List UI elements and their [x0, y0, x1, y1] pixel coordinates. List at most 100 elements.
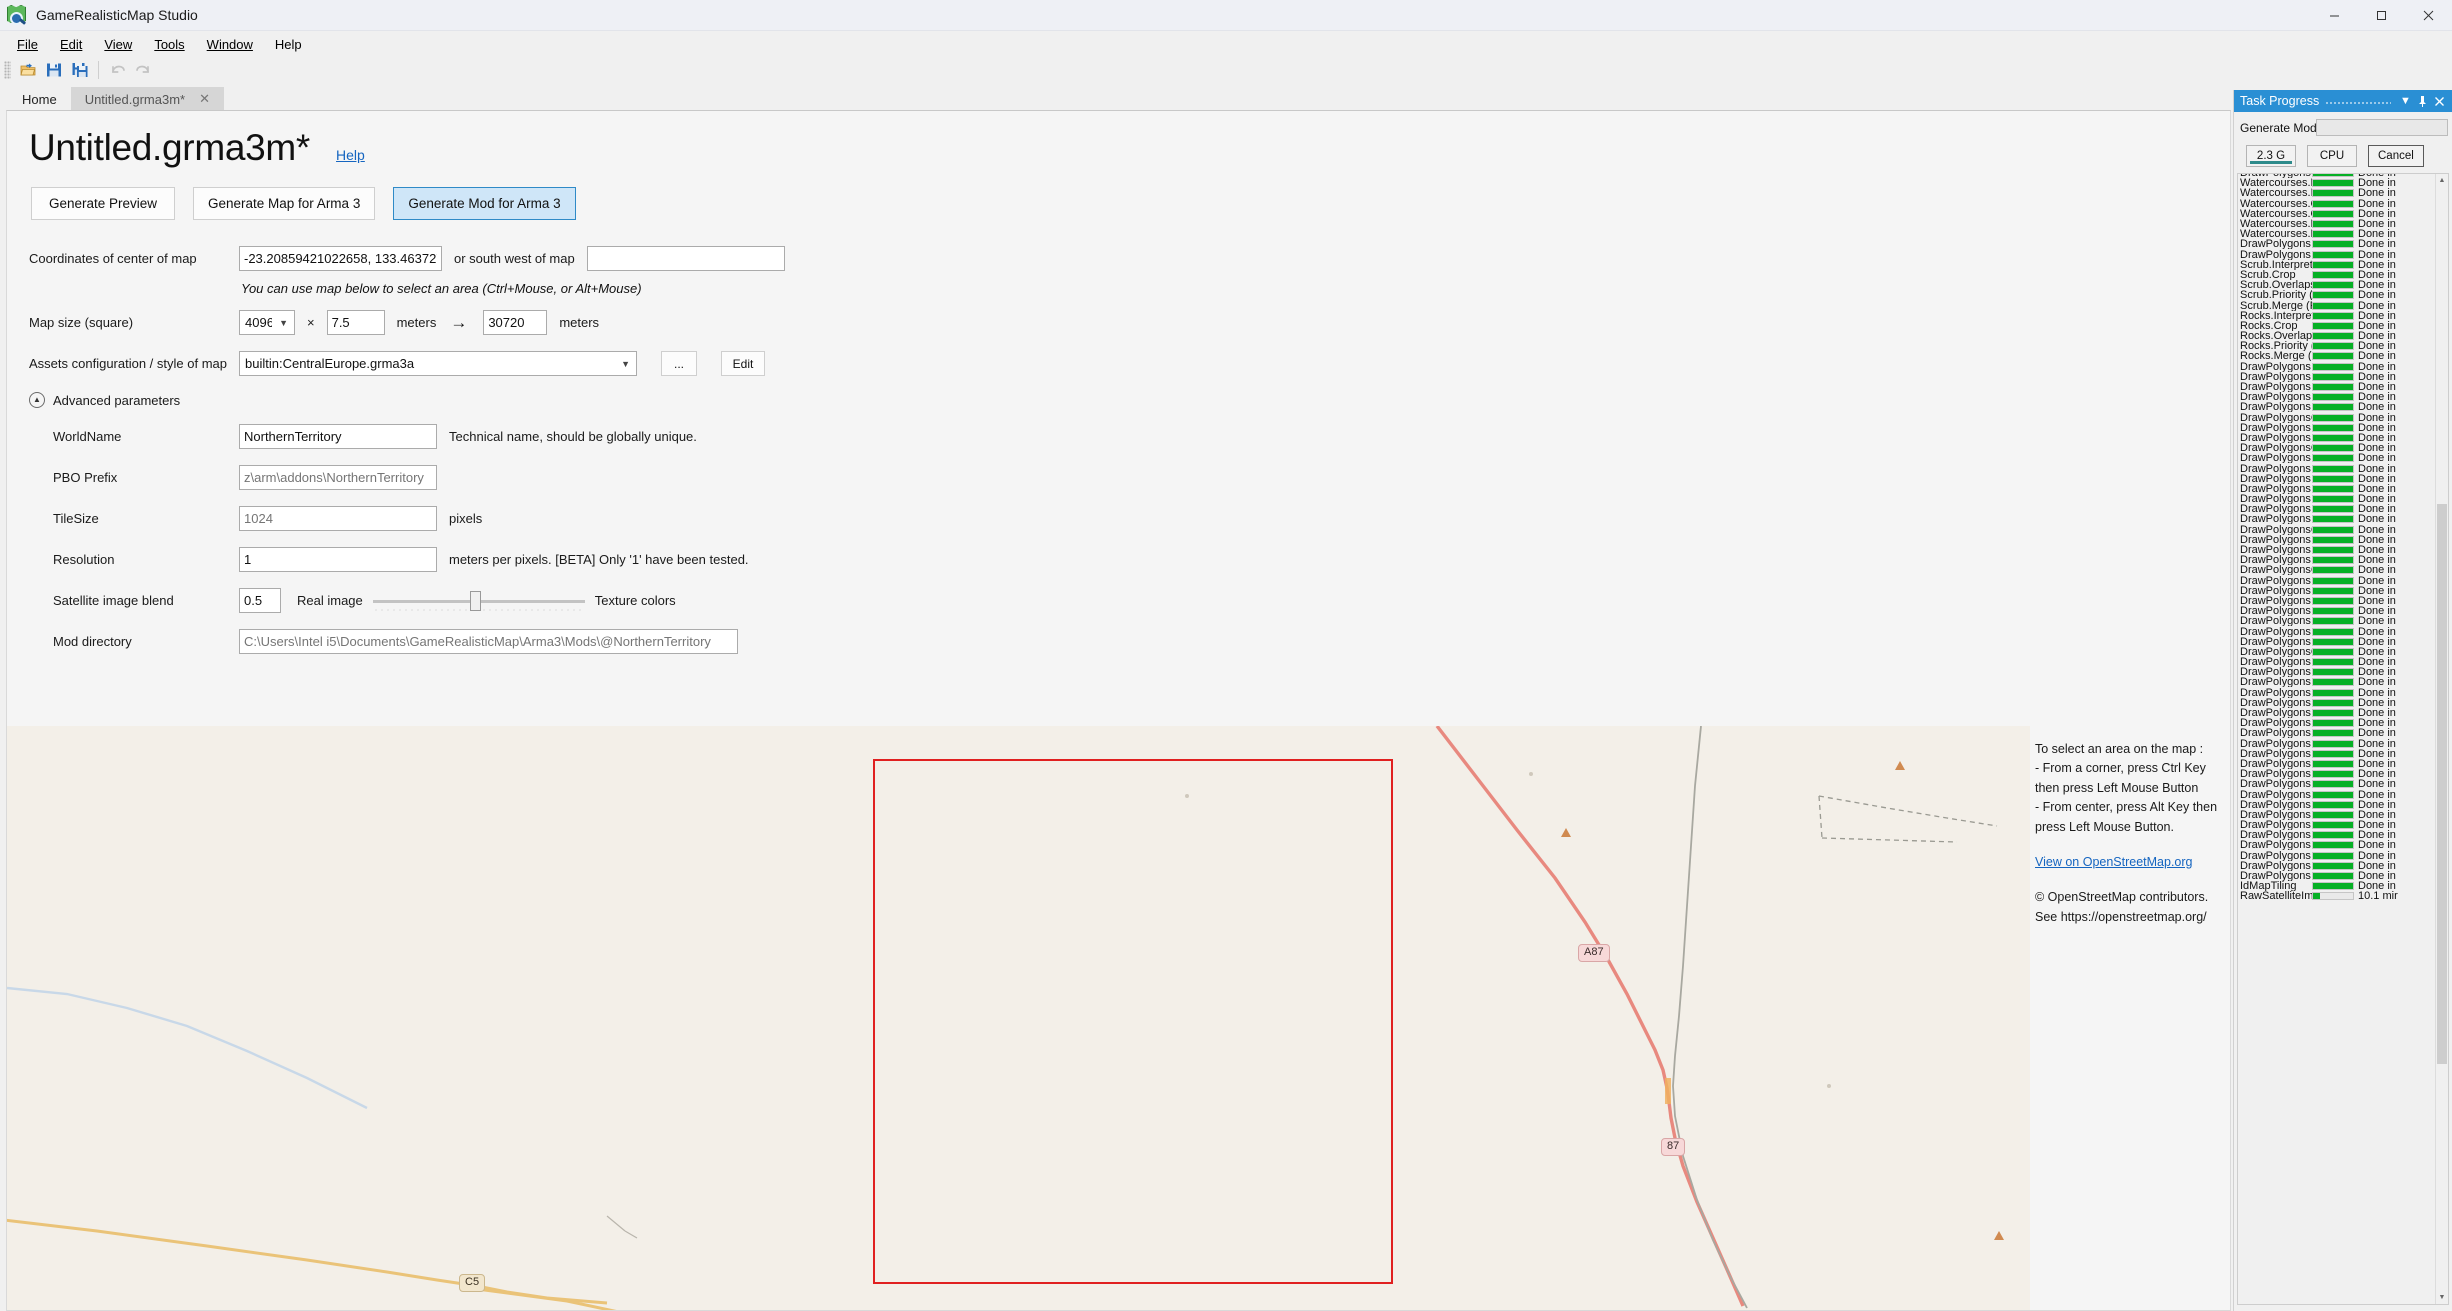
task-list-rows: DrawPolygonsDone in Watercourses.Pa Done i… [2238, 174, 2435, 902]
generate-mod-button[interactable]: Generate Mod for Arma 3 [393, 187, 576, 220]
tab-home[interactable]: Home [8, 87, 71, 111]
map-size-tiles-select[interactable]: 4096 [239, 310, 295, 335]
current-task-row: Generate Mod fo [2240, 119, 2448, 136]
mod-directory-input[interactable] [239, 629, 738, 654]
cancel-button[interactable]: Cancel [2368, 145, 2424, 167]
resolution-label: Resolution [53, 552, 115, 567]
memory-usage-button[interactable]: 2.3 G [2246, 145, 2296, 167]
help-link[interactable]: Help [336, 147, 365, 163]
task-progressbar [2312, 332, 2354, 341]
task-row: DrawPolygonsDone in [2238, 432, 2435, 443]
task-progressbar [2312, 749, 2354, 758]
menu-help[interactable]: Help [264, 33, 313, 56]
task-status: Done in [2358, 778, 2396, 791]
minimize-icon[interactable] [2311, 0, 2358, 31]
osm-map-canvas[interactable]: A87 87 C5 [7, 726, 2030, 1310]
task-progressbar [2312, 311, 2354, 320]
worldname-input[interactable] [239, 424, 437, 449]
menu-view[interactable]: View [93, 33, 143, 56]
task-name: IdMapTiling [2240, 881, 2297, 892]
task-progressbar [2312, 444, 2354, 453]
generate-map-button[interactable]: Generate Map for Arma 3 [193, 187, 376, 220]
task-progressbar [2312, 851, 2354, 860]
assets-config-select[interactable]: builtin:CentralEurope.grma3a [239, 351, 637, 376]
tab-close-icon[interactable]: ✕ [199, 91, 210, 107]
task-name: DrawPolygonsCr [2240, 412, 2312, 423]
save-all-icon[interactable] [67, 58, 93, 82]
menu-tools[interactable]: Tools [143, 33, 195, 56]
task-progressbar [2312, 403, 2354, 412]
map-selection-rectangle[interactable] [873, 759, 1393, 1284]
undo-icon[interactable] [104, 58, 130, 82]
task-name: DrawPolygons [2240, 657, 2311, 668]
task-name: DrawPolygons [2240, 494, 2311, 505]
task-progressbar [2312, 678, 2354, 687]
task-name: DrawPolygons [2240, 249, 2311, 260]
task-name: DrawPolygons [2240, 361, 2311, 372]
task-progressbar [2312, 882, 2354, 891]
satellite-blend-value-input[interactable] [239, 588, 281, 613]
satellite-blend-slider[interactable] [372, 590, 585, 612]
assets-edit-button[interactable]: Edit [721, 351, 765, 376]
satellite-blend-left-label: Real image [297, 593, 363, 608]
redo-icon[interactable] [130, 58, 156, 82]
road-label-badge: A87 [1578, 944, 1610, 962]
tilesize-input[interactable] [239, 506, 437, 531]
pbo-prefix-input[interactable] [239, 465, 437, 490]
map-selection-hint: You can use map below to select an area … [241, 281, 642, 296]
close-icon[interactable] [2431, 92, 2448, 110]
close-icon[interactable] [2405, 0, 2452, 31]
task-list-scrollbar[interactable]: ▲ ▼ [2435, 174, 2448, 1304]
menu-window[interactable]: Window [196, 33, 264, 56]
view-on-openstreetmap-link[interactable]: View on OpenStreetMap.org [2035, 855, 2193, 869]
scroll-down-chevron-down-icon[interactable]: ▼ [2436, 1291, 2448, 1304]
advanced-parameters-toggle[interactable]: ▲ Advanced parameters [29, 392, 2230, 408]
chevron-down-icon[interactable]: ▼ [2397, 92, 2414, 110]
map-size-total-input[interactable] [483, 310, 548, 335]
task-progressbar [2312, 454, 2354, 463]
task-progressbar [2312, 841, 2354, 850]
generate-preview-button[interactable]: Generate Preview [31, 187, 175, 220]
toolbar-grip[interactable] [4, 61, 11, 79]
panel-drag-handle[interactable] [2325, 90, 2391, 112]
task-row: DrawPolygonsDone in [2238, 382, 2435, 393]
menu-edit[interactable]: Edit [49, 33, 93, 56]
task-progressbar [2312, 709, 2354, 718]
menu-file[interactable]: File [6, 33, 49, 56]
resolution-input[interactable] [239, 547, 437, 572]
tab-untitled-document[interactable]: Untitled.grma3m* ✕ [70, 87, 225, 111]
scroll-up-chevron-up-icon[interactable]: ▲ [2436, 174, 2448, 187]
task-progressbar [2312, 688, 2354, 697]
task-name: DrawPolygons [2240, 534, 2311, 545]
task-name: DrawPolygons [2240, 708, 2311, 719]
save-icon[interactable] [41, 58, 67, 82]
task-progressbar [2312, 383, 2354, 392]
coordinates-southwest-input[interactable] [586, 246, 785, 271]
cpu-usage-button[interactable]: CPU [2307, 145, 2357, 167]
pin-icon[interactable] [2414, 92, 2431, 110]
resolution-hint: meters per pixels. [BETA] Only '1' have … [449, 552, 749, 567]
coordinates-center-input[interactable] [239, 246, 442, 271]
task-row: Rocks.Crop Done in [2238, 320, 2435, 331]
assets-browse-button[interactable]: ... [661, 351, 697, 376]
task-progressbar [2312, 790, 2354, 799]
task-name: Watercourses.Pa [2240, 178, 2312, 189]
task-progressbar [2312, 556, 2354, 565]
task-row: Scrub.Overlaps Done in [2238, 280, 2435, 291]
slider-thumb[interactable] [469, 590, 481, 611]
task-progressbar [2312, 464, 2354, 473]
task-name: DrawPolygons [2240, 830, 2311, 841]
task-progressbar [2312, 637, 2354, 646]
open-folder-icon[interactable] [15, 58, 41, 82]
task-progressbar [2312, 617, 2354, 626]
scrollbar-thumb[interactable] [2437, 504, 2447, 1064]
task-row: DrawPolygonsDone in [2238, 636, 2435, 647]
task-panel-buttons: 2.3 G CPU Cancel [2246, 145, 2448, 167]
menu-bar: File Edit View Tools Window Help [0, 31, 2452, 57]
task-name: DrawPolygons [2240, 606, 2311, 617]
maximize-icon[interactable] [2358, 0, 2405, 31]
task-row: DrawPolygonsDone in [2238, 371, 2435, 382]
map-size-cell-input[interactable] [326, 310, 385, 335]
task-progressbar [2312, 668, 2354, 677]
task-progressbar [2312, 474, 2354, 483]
